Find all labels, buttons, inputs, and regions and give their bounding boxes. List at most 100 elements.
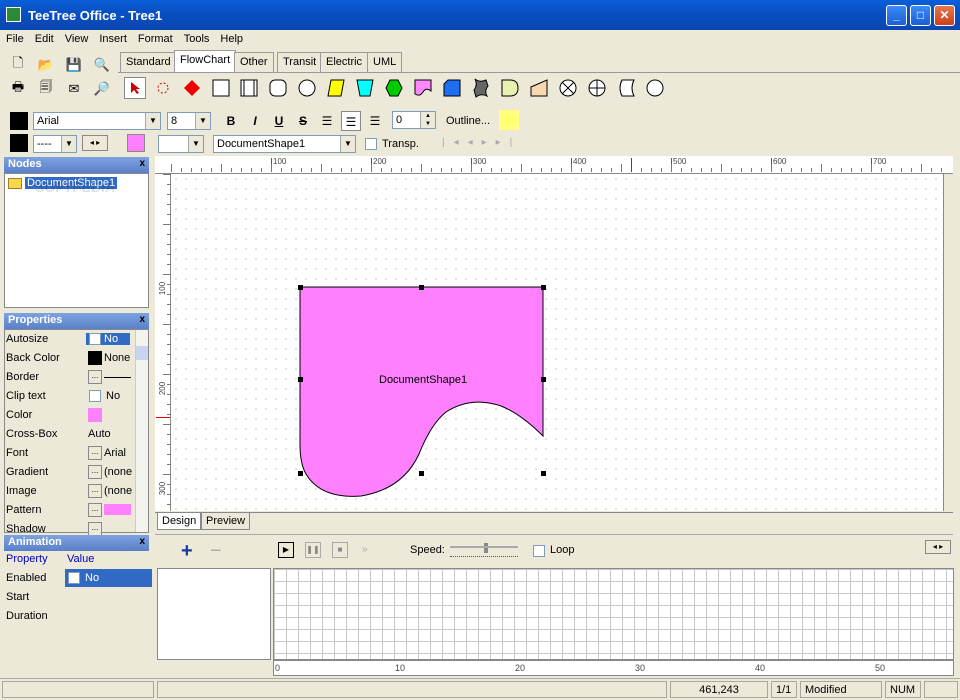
tab-electric[interactable]: Electric: [320, 52, 369, 72]
timeline-tracks[interactable]: [157, 568, 271, 660]
line-width-spin[interactable]: ◂ ▸: [82, 135, 108, 151]
outline-label[interactable]: Outline...: [446, 115, 490, 127]
menu-tools[interactable]: Tools: [178, 30, 215, 45]
menu-help[interactable]: Help: [214, 30, 248, 45]
ellipsis-button[interactable]: ...: [88, 370, 102, 384]
selection-handle[interactable]: [298, 285, 303, 290]
menu-view[interactable]: View: [59, 30, 94, 45]
selection-handle[interactable]: [541, 377, 546, 382]
stop-icon[interactable]: ■: [332, 542, 348, 558]
tab-other[interactable]: Other: [234, 52, 274, 72]
new-icon[interactable]: 🗋: [8, 55, 28, 75]
menu-format[interactable]: Format: [132, 30, 178, 45]
save-icon[interactable]: 💾: [64, 55, 84, 75]
fast-forward-icon[interactable]: »: [362, 544, 368, 555]
stored-data-icon[interactable]: [615, 77, 637, 99]
tab-flowchart[interactable]: FlowChart: [174, 50, 237, 72]
property-value[interactable]: No: [106, 390, 120, 402]
delay-shape-icon[interactable]: [499, 77, 521, 99]
menu-edit[interactable]: Edit: [29, 30, 59, 45]
property-value[interactable]: Auto: [88, 428, 111, 440]
properties-close-icon[interactable]: x: [139, 314, 145, 325]
outline-color-swatch[interactable]: [499, 110, 519, 130]
spin-input[interactable]: 0 ▲ ▼: [392, 111, 436, 129]
email-icon[interactable]: ✉: [64, 79, 84, 99]
selection-handle[interactable]: [541, 471, 546, 476]
maximize-button[interactable]: □: [910, 5, 931, 26]
font-size-combo[interactable]: 8 ▼: [167, 112, 211, 130]
minimize-button[interactable]: _: [886, 5, 907, 26]
nodes-tree[interactable]: DocumentShape1 SOFTPEDIA: [4, 173, 149, 308]
bold-button[interactable]: B: [221, 111, 241, 131]
animation-close-icon[interactable]: x: [139, 536, 145, 547]
property-value[interactable]: None: [104, 352, 130, 364]
close-button[interactable]: ✕: [934, 5, 955, 26]
loop-checkbox[interactable]: [533, 545, 545, 557]
menu-insert[interactable]: Insert: [93, 30, 132, 45]
nodes-close-icon[interactable]: x: [139, 158, 145, 169]
selection-handle[interactable]: [298, 471, 303, 476]
predefined-process-icon[interactable]: [238, 77, 260, 99]
ellipsis-button[interactable]: ...: [88, 446, 102, 460]
tab-preview[interactable]: Preview: [201, 513, 251, 530]
document-shape-icon[interactable]: [412, 77, 434, 99]
pattern-combo[interactable]: ▼: [158, 135, 204, 153]
selection-handle[interactable]: [419, 285, 424, 290]
manual-input-icon[interactable]: [528, 77, 550, 99]
ellipsis-button[interactable]: ...: [88, 522, 102, 536]
property-value[interactable]: (none: [104, 466, 132, 478]
tab-transit[interactable]: Transit: [277, 52, 323, 72]
summing-junction-icon[interactable]: [557, 77, 579, 99]
data-shape-icon[interactable]: [325, 77, 347, 99]
decision-shape-icon[interactable]: [181, 77, 203, 99]
speed-slider[interactable]: [450, 543, 518, 557]
print-preview-icon[interactable]: 🗐: [36, 79, 56, 99]
align-left-icon[interactable]: ☰: [317, 111, 337, 131]
font-color-swatch[interactable]: [10, 112, 28, 130]
process-shape-icon[interactable]: [210, 77, 232, 99]
alternate-process-icon[interactable]: [267, 77, 289, 99]
ellipsis-button[interactable]: ...: [88, 484, 102, 498]
pause-icon[interactable]: ❚❚: [305, 542, 321, 558]
selection-handle[interactable]: [298, 377, 303, 382]
remove-icon[interactable]: −: [210, 540, 222, 563]
selection-handle[interactable]: [541, 285, 546, 290]
back-color-swatch[interactable]: [88, 351, 102, 365]
color-swatch[interactable]: [88, 408, 102, 422]
property-value[interactable]: Arial: [104, 447, 126, 459]
underline-button[interactable]: U: [269, 111, 289, 131]
tab-uml[interactable]: UML: [367, 52, 403, 72]
connector-shape-icon[interactable]: [296, 77, 318, 99]
align-right-icon[interactable]: ☰: [365, 111, 385, 131]
pattern-swatch[interactable]: [104, 504, 131, 515]
property-value[interactable]: (none: [104, 485, 132, 497]
print-icon[interactable]: 🖶: [8, 79, 28, 99]
italic-button[interactable]: I: [245, 111, 265, 131]
font-name-combo[interactable]: Arial ▼: [33, 112, 161, 130]
open-icon[interactable]: 📂: [36, 55, 56, 75]
or-shape-icon[interactable]: [586, 77, 608, 99]
align-center-icon[interactable]: ☰: [341, 111, 361, 131]
connect-tool-icon[interactable]: [152, 77, 174, 99]
tab-standard[interactable]: Standard: [120, 52, 177, 72]
ellipsis-button[interactable]: ...: [88, 465, 102, 479]
properties-scrollbar[interactable]: [135, 330, 148, 532]
strikeout-button[interactable]: S: [293, 111, 313, 131]
zoom-in-icon[interactable]: 🔍: [92, 55, 112, 75]
autosize-checkbox[interactable]: [89, 333, 101, 345]
ellipsis-button[interactable]: ...: [88, 503, 102, 517]
diagram-canvas[interactable]: DocumentShape1: [171, 174, 953, 511]
manual-operation-icon[interactable]: [354, 77, 376, 99]
navigation-buttons[interactable]: |◂◂▸▸|: [442, 137, 521, 148]
timeline-scroll-buttons[interactable]: ◂ ▸: [925, 540, 951, 554]
add-icon[interactable]: +: [181, 540, 193, 563]
clip-text-checkbox[interactable]: [89, 390, 101, 402]
document-shape[interactable]: [171, 174, 953, 511]
pointer-tool-icon[interactable]: [124, 77, 146, 99]
line-style-combo[interactable]: ---- ▼: [33, 135, 77, 153]
enabled-value-cell[interactable]: No: [65, 569, 152, 587]
timeline-grid[interactable]: [273, 568, 954, 660]
card-shape-icon[interactable]: [441, 77, 463, 99]
fill-color-swatch[interactable]: [127, 134, 145, 152]
terminator-shape-icon[interactable]: [644, 77, 666, 99]
